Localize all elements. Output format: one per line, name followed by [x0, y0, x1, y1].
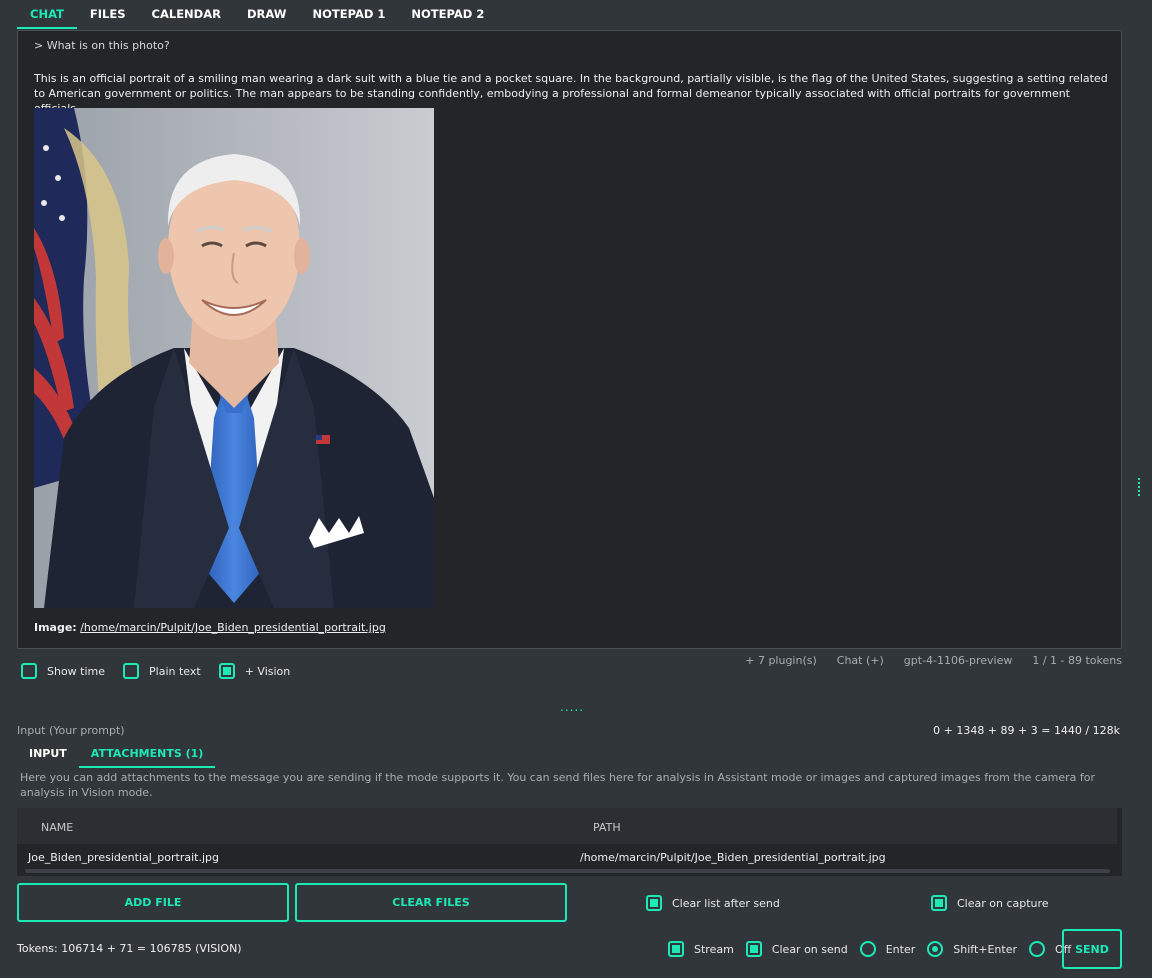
clear-capture-label: Clear on capture: [957, 896, 1049, 910]
plugins-count: + 7 plugin(s): [745, 654, 817, 667]
input-label: Input (Your prompt): [17, 724, 125, 737]
context-tokens: 1 / 1 - 89 tokens: [1032, 654, 1122, 667]
stream-label: Stream: [694, 942, 734, 956]
clear-files-button[interactable]: CLEAR FILES: [295, 883, 567, 922]
show-time-box[interactable]: [21, 663, 37, 679]
output-options: Show time Plain text + Vision: [21, 663, 290, 679]
clear-on-send-checkbox[interactable]: Clear on send: [745, 941, 848, 957]
horizontal-splitter[interactable]: .....: [560, 700, 584, 714]
radio-off-circle[interactable]: [1029, 941, 1046, 957]
tab-notepad-1[interactable]: NOTEPAD 1: [299, 0, 398, 29]
clear-on-send-box[interactable]: [745, 941, 762, 957]
tab-files[interactable]: FILES: [77, 0, 139, 29]
image-caption: Image: /home/marcin/Pulpit/Joe_Biden_pre…: [34, 621, 386, 634]
image-label: Image:: [34, 621, 77, 634]
vertical-splitter-handle[interactable]: [1138, 478, 1142, 496]
portrait-photo-icon: [34, 108, 434, 608]
radio-shift-enter-circle[interactable]: [927, 941, 944, 957]
clear-list-label: Clear list after send: [672, 896, 780, 910]
table-horizontal-scrollbar[interactable]: [25, 869, 1110, 873]
table-row[interactable]: Joe_Biden_presidential_portrait.jpg /hom…: [17, 848, 1117, 868]
radio-shift-enter-label: Shift+Enter: [953, 942, 1018, 956]
column-name-header[interactable]: NAME: [41, 821, 73, 834]
table-header: NAME PATH: [17, 808, 1117, 844]
radio-enter[interactable]: Enter: [859, 941, 916, 957]
clear-capture-box[interactable]: [931, 895, 947, 911]
clear-list-box[interactable]: [646, 895, 662, 911]
plain-text-box[interactable]: [123, 663, 140, 679]
radio-enter-label: Enter: [885, 942, 916, 956]
vision-box[interactable]: [218, 663, 235, 679]
input-tab-bar: INPUT ATTACHMENTS (1): [17, 744, 216, 768]
plain-text-checkbox[interactable]: Plain text: [123, 663, 201, 679]
vision-checkbox[interactable]: + Vision: [218, 663, 291, 679]
attachments-help-text: Here you can add attachments to the mess…: [20, 771, 1096, 799]
clear-on-capture-checkbox[interactable]: Clear on capture: [931, 895, 1049, 911]
user-prompt: > What is on this photo?: [34, 39, 170, 52]
status-info: + 7 plugin(s) Chat (+) gpt-4-1106-previe…: [745, 654, 1122, 667]
main-tab-bar: CHAT FILES CALENDAR DRAW NOTEPAD 1 NOTEP…: [17, 0, 497, 30]
attachments-table[interactable]: NAME PATH Joe_Biden_presidential_portrai…: [17, 808, 1122, 876]
vision-label: + Vision: [244, 664, 291, 678]
radio-shift-enter[interactable]: Shift+Enter: [927, 941, 1017, 957]
total-tokens: Tokens: 106714 + 71 = 106785 (VISION): [17, 942, 242, 955]
attachment-name: Joe_Biden_presidential_portrait.jpg: [28, 851, 219, 864]
add-file-button[interactable]: ADD FILE: [17, 883, 289, 922]
clear-on-send-label: Clear on send: [771, 942, 848, 956]
radio-enter-circle[interactable]: [859, 941, 876, 957]
column-path-header[interactable]: PATH: [593, 821, 621, 834]
plain-text-label: Plain text: [149, 664, 201, 678]
mode-label: Chat (+): [836, 654, 884, 667]
portrait-image: [34, 108, 434, 608]
tab-chat[interactable]: CHAT: [17, 0, 77, 29]
image-path-link[interactable]: /home/marcin/Pulpit/Joe_Biden_presidenti…: [80, 621, 386, 634]
send-button[interactable]: SEND: [1062, 929, 1122, 969]
model-label: gpt-4-1106-preview: [903, 654, 1013, 667]
input-token-sum: 0 + 1348 + 89 + 3 = 1440 / 128k: [933, 724, 1120, 737]
clear-list-after-send-checkbox[interactable]: Clear list after send: [646, 895, 780, 911]
tab-input[interactable]: INPUT: [17, 744, 79, 768]
tab-calendar[interactable]: CALENDAR: [139, 0, 234, 29]
stream-checkbox[interactable]: Stream: [668, 941, 734, 957]
tab-notepad-2[interactable]: NOTEPAD 2: [398, 0, 497, 29]
chat-output[interactable]: > What is on this photo? This is an offi…: [17, 30, 1122, 649]
tab-attachments[interactable]: ATTACHMENTS (1): [78, 744, 216, 768]
show-time-label: Show time: [47, 664, 106, 678]
attachment-path: /home/marcin/Pulpit/Joe_Biden_presidenti…: [580, 851, 886, 864]
send-options: Stream Clear on send Enter Shift+Enter O…: [668, 941, 1071, 957]
stream-box[interactable]: [668, 941, 684, 957]
tab-draw[interactable]: DRAW: [234, 0, 299, 29]
show-time-checkbox[interactable]: Show time: [21, 663, 105, 679]
